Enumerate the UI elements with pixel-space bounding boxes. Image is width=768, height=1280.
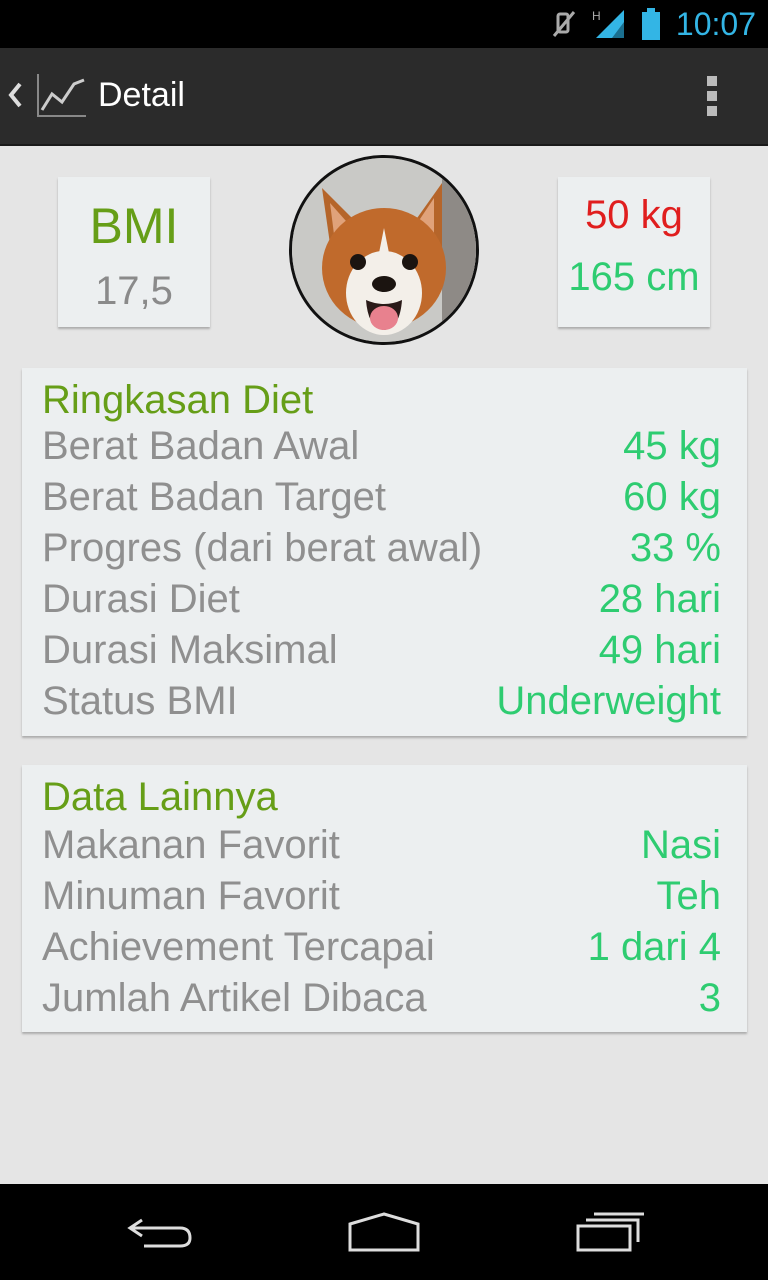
list-item: Jumlah Artikel Dibaca 3 [42, 976, 721, 1026]
weight-value: 50 kg [585, 193, 683, 237]
list-item: Progres (dari berat awal) 33 % [42, 526, 721, 576]
status-time: 10:07 [675, 6, 756, 42]
svg-text:H: H [592, 9, 601, 23]
row-value: 3 [698, 976, 721, 1020]
weight-height-card: 50 kg 165 cm [558, 177, 710, 327]
puppy-photo [292, 158, 476, 342]
bmi-card: BMI 17,5 [58, 177, 210, 327]
row-value: 1 dari 4 [587, 925, 721, 969]
row-value: 60 kg [623, 475, 721, 519]
page-title: Detail [98, 76, 185, 114]
height-value: 165 cm [568, 255, 700, 299]
list-item: Status BMI Underweight [42, 679, 721, 729]
other-data-card: Data Lainnya Makanan Favorit Nasi Minuma… [22, 765, 747, 1032]
list-item: Minuman Favorit Teh [42, 874, 721, 924]
navigation-bar [0, 1184, 768, 1280]
row-label: Berat Badan Awal [42, 424, 360, 468]
avatar [289, 155, 479, 345]
row-label: Progres (dari berat awal) [42, 526, 483, 570]
bmi-value: 17,5 [95, 269, 173, 313]
row-label: Berat Badan Target [42, 475, 386, 519]
mute-icon [552, 8, 578, 45]
action-bar: Detail [0, 48, 768, 146]
row-label: Durasi Diet [42, 577, 240, 621]
diet-summary-card: Ringkasan Diet Berat Badan Awal 45 kg Be… [22, 368, 747, 736]
row-value: Nasi [640, 823, 721, 867]
back-icon[interactable] [124, 1212, 196, 1257]
home-icon[interactable] [346, 1212, 422, 1257]
row-value: 28 hari [598, 577, 721, 621]
row-label: Durasi Maksimal [42, 628, 338, 672]
row-value: Underweight [496, 679, 721, 723]
row-label: Jumlah Artikel Dibaca [42, 976, 427, 1020]
row-value: Teh [656, 874, 722, 918]
list-item: Achievement Tercapai 1 dari 4 [42, 925, 721, 975]
status-bar: H 10:07 [0, 0, 768, 48]
row-value: 49 hari [598, 628, 721, 672]
other-data-title: Data Lainnya [42, 775, 278, 819]
battery-icon [640, 8, 662, 45]
signal-h-icon: H [592, 8, 628, 45]
row-value: 33 % [629, 526, 721, 570]
list-item: Makanan Favorit Nasi [42, 823, 721, 873]
list-item: Durasi Maksimal 49 hari [42, 628, 721, 678]
chevron-left-icon[interactable] [6, 78, 24, 117]
row-value: 45 kg [623, 424, 721, 468]
row-label: Achievement Tercapai [42, 925, 435, 969]
list-item: Berat Badan Awal 45 kg [42, 424, 721, 474]
list-item: Durasi Diet 28 hari [42, 577, 721, 627]
overflow-menu-icon[interactable] [700, 76, 724, 120]
row-label: Makanan Favorit [42, 823, 340, 867]
row-label: Status BMI [42, 679, 238, 723]
list-item: Berat Badan Target 60 kg [42, 475, 721, 525]
bmi-label: BMI [89, 198, 179, 254]
diet-summary-title: Ringkasan Diet [42, 378, 314, 422]
chart-line-icon[interactable] [34, 72, 90, 125]
row-label: Minuman Favorit [42, 874, 340, 918]
recent-apps-icon[interactable] [574, 1212, 646, 1257]
